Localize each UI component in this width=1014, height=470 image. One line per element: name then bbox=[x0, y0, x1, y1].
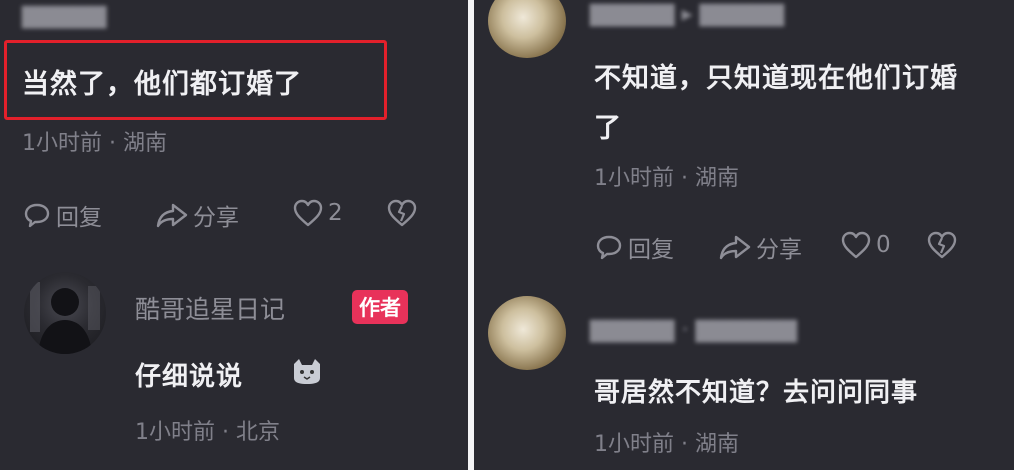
comment-text: 哥居然不知道？去问问同事 bbox=[594, 378, 919, 408]
reply-label: 回复 bbox=[628, 237, 674, 263]
blurred-username: ▇▇▇▇▇ ▸ ▇▇▇▇▇ bbox=[590, 2, 785, 27]
reply-meta: 1小时前 · 北京 bbox=[135, 420, 280, 445]
right-comment-panel: ▇▇▇▇▇ ▸ ▇▇▇▇▇ 不知道，只知道现在他们订婚 了 1小时前 · 湖南 … bbox=[474, 0, 1014, 470]
share-label: 分享 bbox=[193, 205, 239, 231]
comment-text-line2: 了 bbox=[594, 113, 622, 144]
reply-icon bbox=[596, 235, 622, 260]
heart-icon bbox=[841, 231, 871, 259]
comment-text: 当然了，他们都订婚了 bbox=[22, 69, 302, 100]
comment-meta: 1小时前 · 湖南 bbox=[594, 166, 739, 191]
commenter-avatar[interactable] bbox=[488, 296, 566, 370]
like-button[interactable]: 0 bbox=[840, 230, 891, 260]
reply-label: 回复 bbox=[56, 205, 102, 231]
reply-button[interactable]: 回复 bbox=[22, 198, 102, 232]
share-icon bbox=[156, 203, 188, 228]
blurred-username: ▇▇▇▇▇ bbox=[22, 4, 107, 29]
share-button[interactable]: 分享 bbox=[155, 198, 239, 232]
dislike-button[interactable] bbox=[926, 230, 962, 260]
comment-text-line1: 不知道，只知道现在他们订婚 bbox=[594, 63, 958, 94]
like-count: 2 bbox=[328, 200, 343, 226]
left-comment-panel: ▇▇▇▇▇ 当然了，他们都订婚了 1小时前 · 湖南 回复 分享 2 酷哥追星日… bbox=[0, 0, 468, 470]
reply-button[interactable]: 回复 bbox=[594, 230, 674, 264]
cat-emoji-icon bbox=[294, 359, 320, 384]
blurred-username: ▇▇▇▇▇ · ▇▇▇▇▇▇ bbox=[590, 318, 798, 343]
broken-heart-icon bbox=[387, 199, 417, 227]
dislike-button[interactable] bbox=[386, 198, 422, 228]
like-count: 0 bbox=[876, 232, 891, 258]
comment-meta: 1小时前 · 湖南 bbox=[594, 432, 739, 457]
heart-icon bbox=[293, 199, 323, 227]
commenter-avatar[interactable] bbox=[488, 0, 566, 58]
author-badge: 作者 bbox=[352, 290, 408, 324]
share-button[interactable]: 分享 bbox=[718, 230, 802, 264]
avatar-figure bbox=[30, 282, 100, 354]
share-label: 分享 bbox=[756, 237, 802, 263]
reply-icon bbox=[24, 203, 50, 228]
like-button[interactable]: 2 bbox=[292, 198, 343, 228]
reply-text: 仔细说说 bbox=[135, 362, 244, 392]
comment-meta: 1小时前 · 湖南 bbox=[22, 131, 167, 156]
author-name[interactable]: 酷哥追星日记 bbox=[135, 290, 285, 326]
share-icon bbox=[719, 235, 751, 260]
author-avatar[interactable] bbox=[24, 272, 106, 354]
broken-heart-icon bbox=[927, 231, 957, 259]
